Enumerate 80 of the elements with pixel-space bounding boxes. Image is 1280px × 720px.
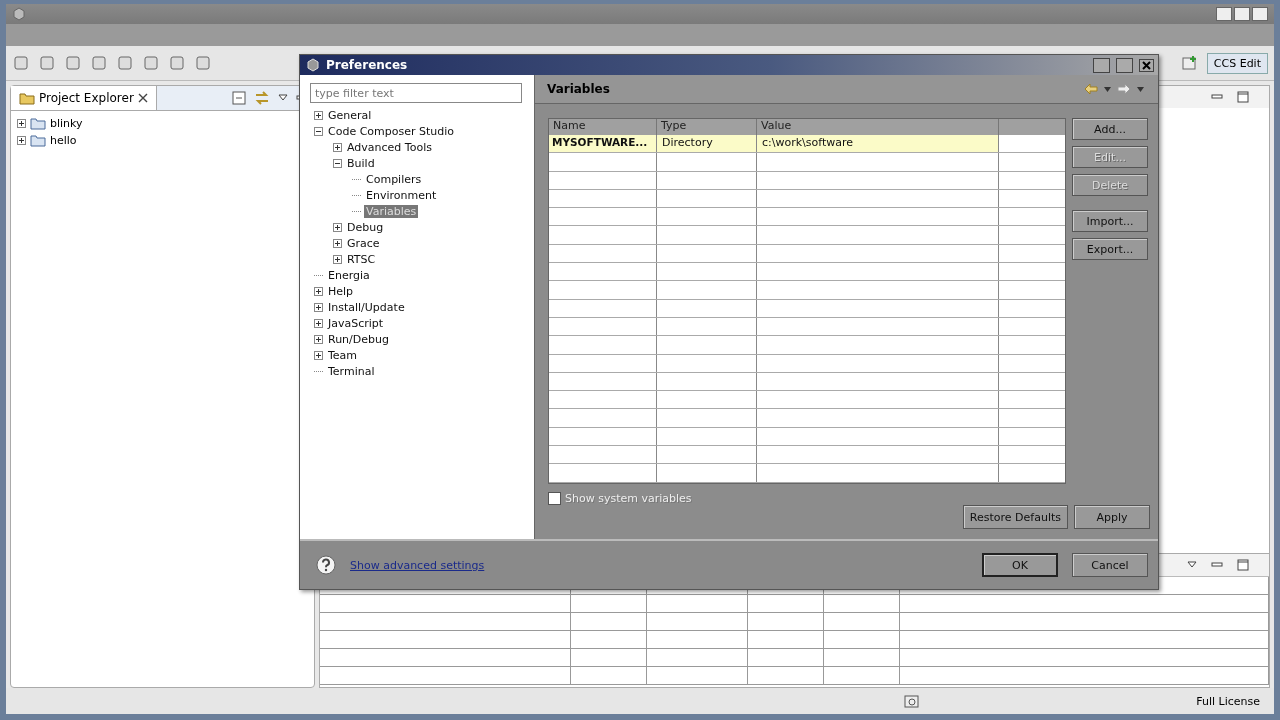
- advanced-settings-link[interactable]: Show advanced settings: [350, 558, 485, 572]
- toolbar-icon[interactable]: [142, 54, 160, 72]
- collapse-icon[interactable]: [333, 158, 342, 168]
- view-menu-icon[interactable]: [278, 94, 288, 102]
- table-row[interactable]: MYSOFTWARE... Directory c:\work\software: [549, 135, 1065, 154]
- expand-icon[interactable]: [314, 110, 323, 120]
- page-button[interactable]: Apply: [1074, 505, 1150, 529]
- project-item[interactable]: blinky: [50, 117, 83, 130]
- page-button[interactable]: Restore Defaults: [962, 505, 1068, 529]
- maximize-icon[interactable]: [1237, 559, 1249, 571]
- expand-icon[interactable]: [314, 350, 323, 360]
- tree-item[interactable]: Advanced Tools: [345, 140, 434, 154]
- tree-item[interactable]: JavaScript: [326, 316, 386, 330]
- tree-item[interactable]: Team: [326, 348, 360, 362]
- filter-field[interactable]: type filter text: [310, 83, 522, 103]
- expand-icon[interactable]: [314, 318, 323, 328]
- project-folder-icon: [30, 134, 46, 147]
- collapse-all-icon[interactable]: [232, 91, 246, 105]
- app-icon: [12, 7, 26, 21]
- table-cell: MYSOFTWARE...: [549, 135, 657, 153]
- tree-item[interactable]: Code Composer Studio: [326, 124, 457, 138]
- dialog-button[interactable]: Cancel: [1072, 553, 1148, 577]
- dropdown-icon[interactable]: [1137, 86, 1144, 92]
- tree-item[interactable]: Debug: [345, 220, 386, 234]
- table-cell: c:\work\software: [757, 135, 999, 153]
- expand-icon[interactable]: [333, 254, 342, 264]
- expand-icon[interactable]: [333, 222, 342, 232]
- tree-item[interactable]: Compilers: [364, 172, 424, 186]
- tree-item[interactable]: Environment: [364, 188, 439, 202]
- table-cell: Directory: [657, 135, 757, 153]
- tree-item[interactable]: Build: [345, 156, 377, 170]
- license-status: Full License: [1196, 694, 1260, 708]
- help-icon[interactable]: [316, 555, 336, 575]
- tree-item[interactable]: RTSC: [345, 252, 378, 266]
- project-item[interactable]: hello: [50, 134, 77, 147]
- minimize-icon[interactable]: [1211, 94, 1223, 100]
- toolbar-icon[interactable]: [64, 54, 82, 72]
- toolbar-icon[interactable]: [194, 54, 212, 72]
- close-icon[interactable]: [137, 93, 148, 103]
- toolbar-icon[interactable]: [90, 54, 108, 72]
- minimize-icon[interactable]: [1211, 562, 1223, 568]
- expand-icon[interactable]: [314, 286, 323, 296]
- expand-icon[interactable]: [17, 119, 26, 128]
- view-tab[interactable]: Project Explorer: [11, 86, 157, 110]
- tree-item[interactable]: Grace: [345, 236, 382, 250]
- forward-arrow-icon[interactable]: [1117, 83, 1131, 95]
- dropdown-icon[interactable]: [1104, 86, 1111, 92]
- toolbar-icon[interactable]: [38, 54, 56, 72]
- expand-icon[interactable]: [17, 136, 26, 145]
- tree-item[interactable]: Help: [326, 284, 356, 298]
- side-button[interactable]: Export...: [1072, 238, 1148, 260]
- tree-item[interactable]: Run/Debug: [326, 332, 391, 346]
- maximize-icon[interactable]: [1237, 91, 1249, 103]
- toolbar-icon[interactable]: [116, 54, 134, 72]
- tree-item[interactable]: Energia: [326, 268, 372, 282]
- dialog-button[interactable]: OK: [982, 553, 1058, 577]
- folder-icon: [19, 91, 35, 105]
- expand-icon[interactable]: [333, 238, 342, 248]
- dialog-title: Preferences: [326, 58, 408, 72]
- preferences-icon: [306, 58, 320, 72]
- checkbox-label: Show system variables: [565, 491, 692, 505]
- side-button[interactable]: Import...: [1072, 210, 1148, 232]
- perspective-button[interactable]: CCS Edit: [1206, 52, 1268, 74]
- tree-item[interactable]: Install/Update: [326, 300, 407, 314]
- view-menu-icon[interactable]: [1187, 561, 1197, 569]
- side-button[interactable]: Add...: [1072, 118, 1148, 140]
- toolbar-icon[interactable]: [12, 54, 30, 72]
- open-perspective-icon[interactable]: [1180, 54, 1199, 72]
- view-title: Project Explorer: [39, 91, 134, 105]
- expand-icon[interactable]: [333, 142, 342, 152]
- tree-item[interactable]: General: [326, 108, 374, 122]
- status-icon[interactable]: [904, 693, 921, 709]
- expand-icon[interactable]: [314, 334, 323, 344]
- project-folder-icon: [30, 117, 46, 130]
- checkbox[interactable]: [548, 491, 561, 505]
- collapse-icon[interactable]: [314, 126, 323, 136]
- expand-icon[interactable]: [314, 302, 323, 312]
- toolbar-icon[interactable]: [168, 54, 186, 72]
- page-title: Variables: [547, 82, 610, 96]
- tree-item[interactable]: Terminal: [326, 364, 377, 378]
